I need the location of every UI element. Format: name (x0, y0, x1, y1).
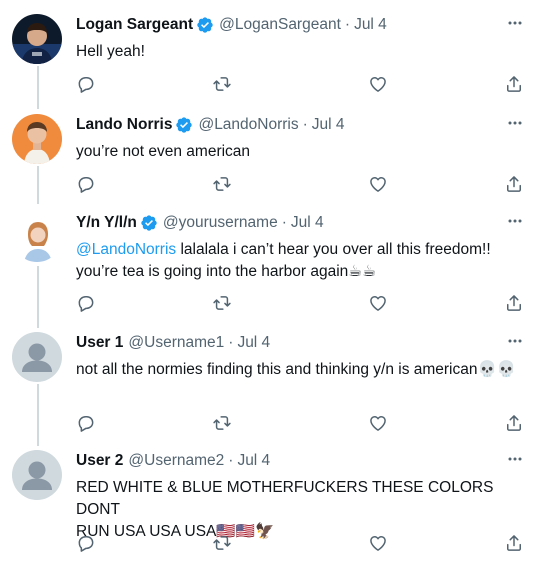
like-icon (368, 74, 388, 94)
tweet-3[interactable]: Y/n Y/l/n @yourusername · Jul 4 @LandoNo… (0, 212, 540, 322)
tweet-text: @LandoNorris lalalala i can’t hear you o… (76, 239, 526, 283)
reply-icon (76, 533, 96, 553)
tweet-text-line1: RED WHITE & BLUE MOTHERFUCKERS THESE COL… (76, 479, 494, 518)
reply-button[interactable] (76, 533, 96, 553)
more-icon[interactable] (507, 116, 523, 130)
user-handle[interactable]: @Username1 (128, 334, 224, 352)
mention-link[interactable]: @LandoNorris (76, 241, 176, 258)
share-button[interactable] (504, 74, 524, 94)
tweet-date[interactable]: Jul 4 (354, 16, 387, 34)
share-icon (504, 74, 524, 94)
share-button[interactable] (504, 413, 524, 433)
tweet-1[interactable]: Logan Sargeant @LoganSargeant · Jul 4 He… (0, 14, 540, 104)
like-button[interactable] (368, 74, 388, 94)
retweet-icon (212, 533, 232, 553)
reply-icon (76, 293, 96, 313)
like-icon (368, 293, 388, 313)
display-name[interactable]: User 1 (76, 334, 123, 352)
retweet-icon (212, 293, 232, 313)
tweet-4[interactable]: User 1 @Username1 · Jul 4 not all the no… (0, 332, 540, 442)
retweet-button[interactable] (212, 174, 232, 194)
yn-avatar[interactable] (12, 212, 62, 262)
tweet-actions (76, 74, 526, 94)
tweet-text-line1: lalalala i can’t hear you over all this … (176, 241, 491, 258)
separator-dot: · (228, 452, 234, 469)
display-name[interactable]: Logan Sargeant (76, 16, 193, 34)
logan-avatar[interactable] (12, 14, 62, 64)
retweet-icon (212, 413, 232, 433)
tweet-header: Y/n Y/l/n @yourusername · Jul 4 (76, 212, 324, 234)
tweet-date[interactable]: Jul 4 (312, 116, 345, 134)
more-icon[interactable] (507, 16, 523, 30)
like-icon (368, 413, 388, 433)
tweet-date[interactable]: Jul 4 (291, 214, 324, 232)
retweet-icon (212, 74, 232, 94)
like-icon (368, 533, 388, 553)
tweet-header: User 1 @Username1 · Jul 4 (76, 332, 270, 354)
default-avatar[interactable] (12, 450, 62, 500)
default-avatar[interactable] (12, 332, 62, 382)
tweet-header: Logan Sargeant @LoganSargeant · Jul 4 (76, 14, 387, 36)
retweet-button[interactable] (212, 74, 232, 94)
share-icon (504, 174, 524, 194)
lando-avatar[interactable] (12, 114, 62, 164)
tweet-header: User 2 @Username2 · Jul 4 (76, 450, 270, 472)
reply-button[interactable] (76, 74, 96, 94)
more-icon[interactable] (507, 334, 523, 348)
retweet-icon (212, 174, 232, 194)
reply-button[interactable] (76, 174, 96, 194)
separator-dot: · (281, 214, 287, 231)
reply-icon (76, 174, 96, 194)
tweet-actions (76, 174, 526, 194)
user-handle[interactable]: @LandoNorris (198, 116, 298, 134)
tweet-header: Lando Norris @LandoNorris · Jul 4 (76, 114, 345, 136)
share-icon (504, 533, 524, 553)
retweet-button[interactable] (212, 413, 232, 433)
tweet-date[interactable]: Jul 4 (237, 334, 270, 352)
reply-button[interactable] (76, 293, 96, 313)
tweet-text: you’re not even american (76, 143, 251, 160)
verified-badge-icon (140, 214, 158, 232)
display-name[interactable]: Lando Norris (76, 116, 172, 134)
share-icon (504, 293, 524, 313)
display-name[interactable]: User 2 (76, 452, 123, 470)
reply-button[interactable] (76, 413, 96, 433)
separator-dot: · (302, 116, 308, 133)
verified-badge-icon (175, 116, 193, 134)
retweet-button[interactable] (212, 533, 232, 553)
like-icon (368, 174, 388, 194)
separator-dot: · (228, 334, 234, 351)
share-button[interactable] (504, 174, 524, 194)
share-button[interactable] (504, 293, 524, 313)
share-button[interactable] (504, 533, 524, 553)
like-button[interactable] (368, 533, 388, 553)
like-button[interactable] (368, 413, 388, 433)
share-icon (504, 413, 524, 433)
tweet-5[interactable]: User 2 @Username2 · Jul 4 RED WHITE & BL… (0, 450, 540, 560)
tweet-text-line2: you’re tea is going into the harbor agai… (76, 263, 377, 280)
tweet-actions (76, 413, 526, 433)
user-handle[interactable]: @Username2 (128, 452, 224, 470)
reply-icon (76, 413, 96, 433)
user-handle[interactable]: @LoganSargeant (219, 16, 341, 34)
like-button[interactable] (368, 293, 388, 313)
display-name[interactable]: Y/n Y/l/n (76, 214, 137, 232)
like-button[interactable] (368, 174, 388, 194)
tweet-text: Hell yeah! (76, 43, 145, 60)
reply-icon (76, 74, 96, 94)
separator-dot: · (344, 16, 351, 33)
more-icon[interactable] (507, 452, 523, 466)
verified-badge-icon (196, 16, 214, 34)
retweet-button[interactable] (212, 293, 232, 313)
tweet-2[interactable]: Lando Norris @LandoNorris · Jul 4 you’re… (0, 114, 540, 204)
tweet-date[interactable]: Jul 4 (237, 452, 270, 470)
more-icon[interactable] (507, 214, 523, 228)
tweet-actions (76, 533, 526, 553)
user-handle[interactable]: @yourusername (163, 214, 278, 232)
tweet-actions (76, 293, 526, 313)
tweet-text: not all the normies finding this and thi… (76, 361, 517, 378)
